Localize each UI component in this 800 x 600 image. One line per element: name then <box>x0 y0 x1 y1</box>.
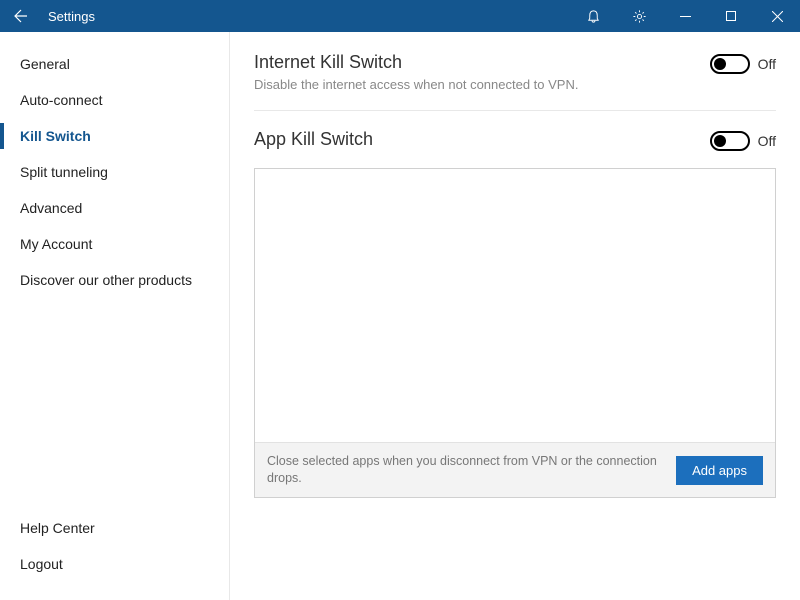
sidebar-item-my-account[interactable]: My Account <box>0 226 229 262</box>
minimize-button[interactable] <box>662 0 708 32</box>
maximize-button[interactable] <box>708 0 754 32</box>
internet-kill-switch-toggle-wrap: Off <box>710 52 776 74</box>
internet-kill-switch-state: Off <box>758 56 776 72</box>
sidebar-item-advanced[interactable]: Advanced <box>0 190 229 226</box>
add-apps-button[interactable]: Add apps <box>676 456 763 485</box>
gear-icon <box>632 9 647 24</box>
notifications-button[interactable] <box>570 0 616 32</box>
sidebar: General Auto-connect Kill Switch Split t… <box>0 32 230 600</box>
titlebar-right <box>570 0 800 32</box>
arrow-left-icon <box>12 8 28 24</box>
close-button[interactable] <box>754 0 800 32</box>
sidebar-item-help-center[interactable]: Help Center <box>0 510 229 546</box>
sidebar-item-label: General <box>20 56 70 72</box>
sidebar-item-label: Auto-connect <box>20 92 103 108</box>
content-pane: Internet Kill Switch Disable the interne… <box>230 32 800 600</box>
section-divider <box>254 110 776 111</box>
titlebar: Settings <box>0 0 800 32</box>
sidebar-item-logout[interactable]: Logout <box>0 546 229 582</box>
sidebar-item-label: Kill Switch <box>20 128 91 144</box>
close-icon <box>772 11 783 22</box>
minimize-icon <box>680 11 691 22</box>
sidebar-item-label: Split tunneling <box>20 164 108 180</box>
sidebar-item-label: Help Center <box>20 520 95 536</box>
internet-kill-switch-row: Internet Kill Switch Disable the interne… <box>254 52 776 92</box>
sidebar-item-general[interactable]: General <box>0 46 229 82</box>
sidebar-item-auto-connect[interactable]: Auto-connect <box>0 82 229 118</box>
app-kill-switch-toggle-wrap: Off <box>710 129 776 151</box>
bell-icon <box>586 9 601 24</box>
internet-kill-switch-title: Internet Kill Switch <box>254 52 710 73</box>
app-kill-switch-row: App Kill Switch Off <box>254 129 776 154</box>
sidebar-item-split-tunneling[interactable]: Split tunneling <box>0 154 229 190</box>
back-button[interactable] <box>6 2 34 30</box>
internet-kill-switch-toggle[interactable] <box>710 54 750 74</box>
sidebar-item-discover-products[interactable]: Discover our other products <box>0 262 229 298</box>
sidebar-bottom: Help Center Logout <box>0 510 229 600</box>
maximize-icon <box>726 11 736 21</box>
sidebar-item-label: Discover our other products <box>20 272 192 288</box>
window-body: General Auto-connect Kill Switch Split t… <box>0 32 800 600</box>
internet-kill-switch-text: Internet Kill Switch Disable the interne… <box>254 52 710 92</box>
app-list-footer: Close selected apps when you disconnect … <box>255 442 775 497</box>
sidebar-item-label: Advanced <box>20 200 82 216</box>
app-list-footer-text: Close selected apps when you disconnect … <box>267 453 666 487</box>
app-kill-switch-text: App Kill Switch <box>254 129 710 154</box>
app-list-body <box>255 169 775 442</box>
app-kill-switch-title: App Kill Switch <box>254 129 710 150</box>
sidebar-item-label: My Account <box>20 236 92 252</box>
window-title: Settings <box>48 9 95 24</box>
sidebar-item-kill-switch[interactable]: Kill Switch <box>0 118 229 154</box>
app-list-container: Close selected apps when you disconnect … <box>254 168 776 498</box>
app-kill-switch-toggle[interactable] <box>710 131 750 151</box>
app-kill-switch-state: Off <box>758 133 776 149</box>
titlebar-left: Settings <box>0 2 95 30</box>
internet-kill-switch-subtitle: Disable the internet access when not con… <box>254 77 710 92</box>
settings-gear-button[interactable] <box>616 0 662 32</box>
sidebar-item-label: Logout <box>20 556 63 572</box>
